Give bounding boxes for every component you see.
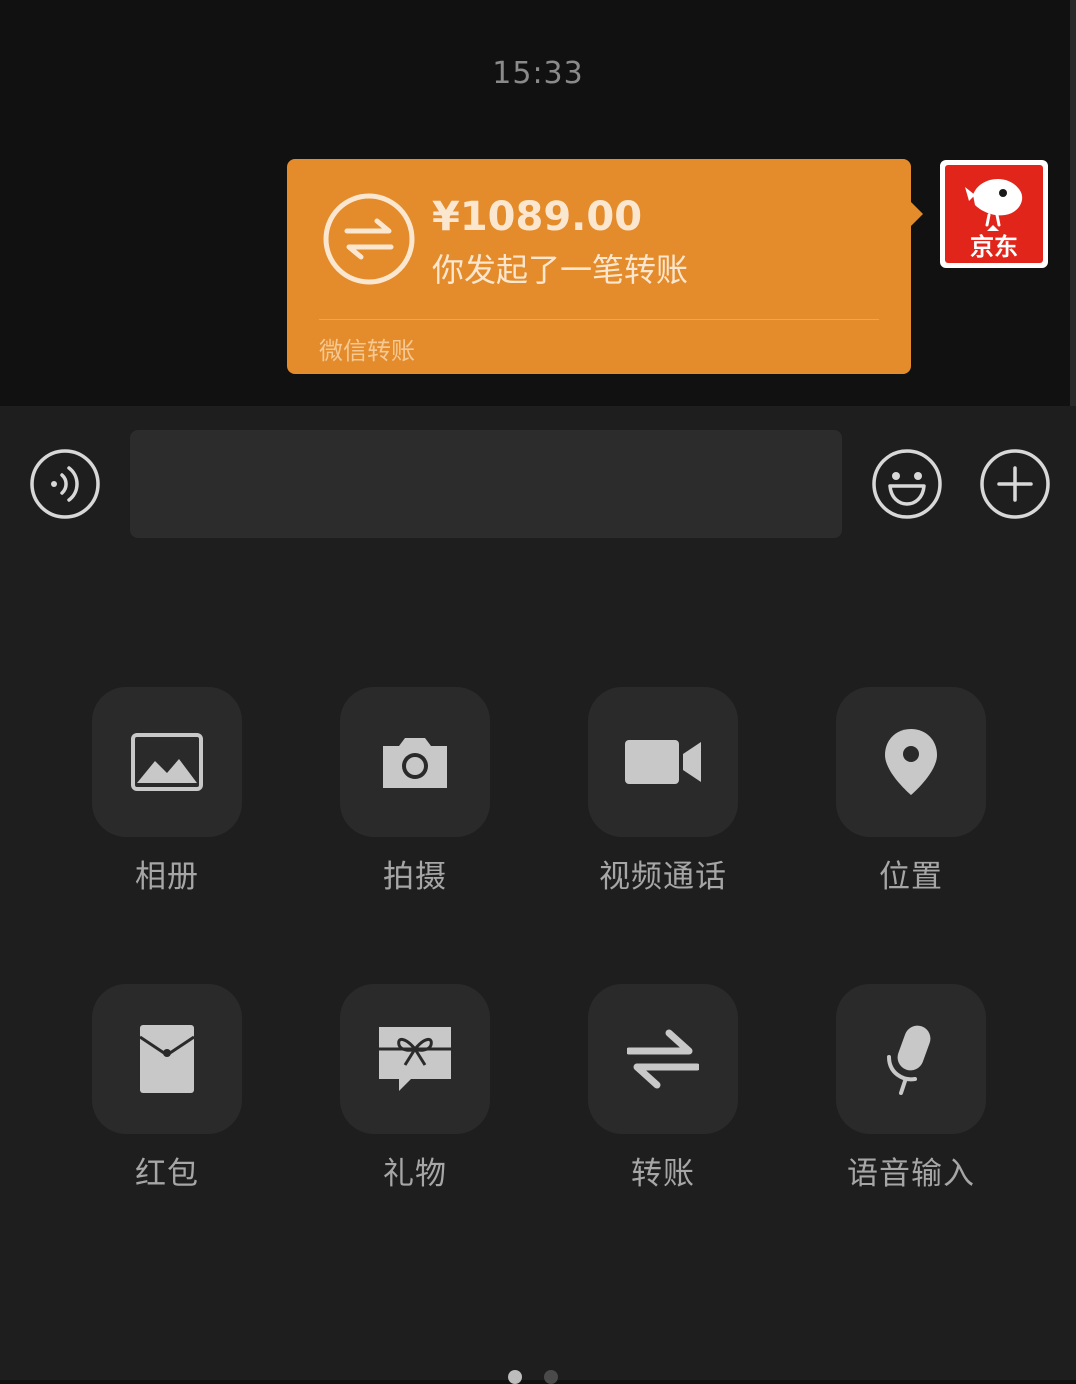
transfer-icon [323,193,415,285]
action-camera[interactable]: 拍摄 [290,687,540,896]
tile-icon-box [92,984,242,1134]
action-video-call[interactable]: 视频通话 [538,687,788,896]
microphone-icon [887,1025,931,1095]
tile-label: 语音输入 [847,1156,975,1192]
tile-label: 视频通话 [599,859,727,895]
page-dot [544,1370,558,1384]
tile-icon-box [836,687,986,837]
message-timestamp: 15:33 [492,56,584,91]
transfer-message-bubble[interactable]: ¥1089.00 你发起了一笔转账 微信转账 [287,159,923,374]
message-input[interactable] [130,430,842,538]
transfer-icon [627,1029,699,1089]
input-panel: 相册 拍摄 视频通话 位置 红包 礼物 转账 语音输入 [0,406,1076,1380]
transfer-amount: ¥1089.00 [432,194,643,240]
bubble-divider [319,319,879,320]
action-gift[interactable]: 礼物 [290,984,540,1193]
tile-icon-box [588,687,738,837]
action-voice-input[interactable]: 语音输入 [786,984,1036,1193]
action-location[interactable]: 位置 [786,687,1036,896]
emoji-icon[interactable] [871,448,943,520]
tile-label: 红包 [135,1156,199,1192]
tile-label: 转账 [631,1156,695,1192]
chat-message-area: 15:33 ¥1089.00 你发起了一笔转账 微信转账 京东 [0,0,1076,406]
red-packet-icon [139,1025,195,1093]
jd-logo: 京东 [945,165,1043,263]
tile-icon-box [588,984,738,1134]
sender-avatar[interactable]: 京东 [940,160,1048,268]
camera-icon [383,738,447,788]
tile-label: 相册 [135,859,199,895]
page-indicator [508,1370,568,1384]
tile-icon-box [836,984,986,1134]
voice-mode-icon[interactable] [29,448,101,520]
video-call-icon [625,740,701,784]
tile-label: 拍摄 [383,859,447,895]
page-dot-active [508,1370,522,1384]
bubble-tail [910,201,923,227]
tile-icon-box [92,687,242,837]
location-pin-icon [885,729,937,795]
gift-icon [379,1027,451,1091]
photo-album-icon [131,733,203,791]
action-red-packet[interactable]: 红包 [42,984,292,1193]
action-transfer[interactable]: 转账 [538,984,788,1193]
avatar-brand-text: 京东 [970,233,1018,261]
tile-label: 位置 [879,859,943,895]
action-photo-album[interactable]: 相册 [42,687,292,896]
tile-icon-box [340,687,490,837]
transfer-description: 你发起了一笔转账 [432,251,689,289]
plus-icon[interactable] [979,448,1051,520]
transfer-footer-label: 微信转账 [319,337,415,365]
tile-label: 礼物 [383,1156,447,1192]
tile-icon-box [340,984,490,1134]
